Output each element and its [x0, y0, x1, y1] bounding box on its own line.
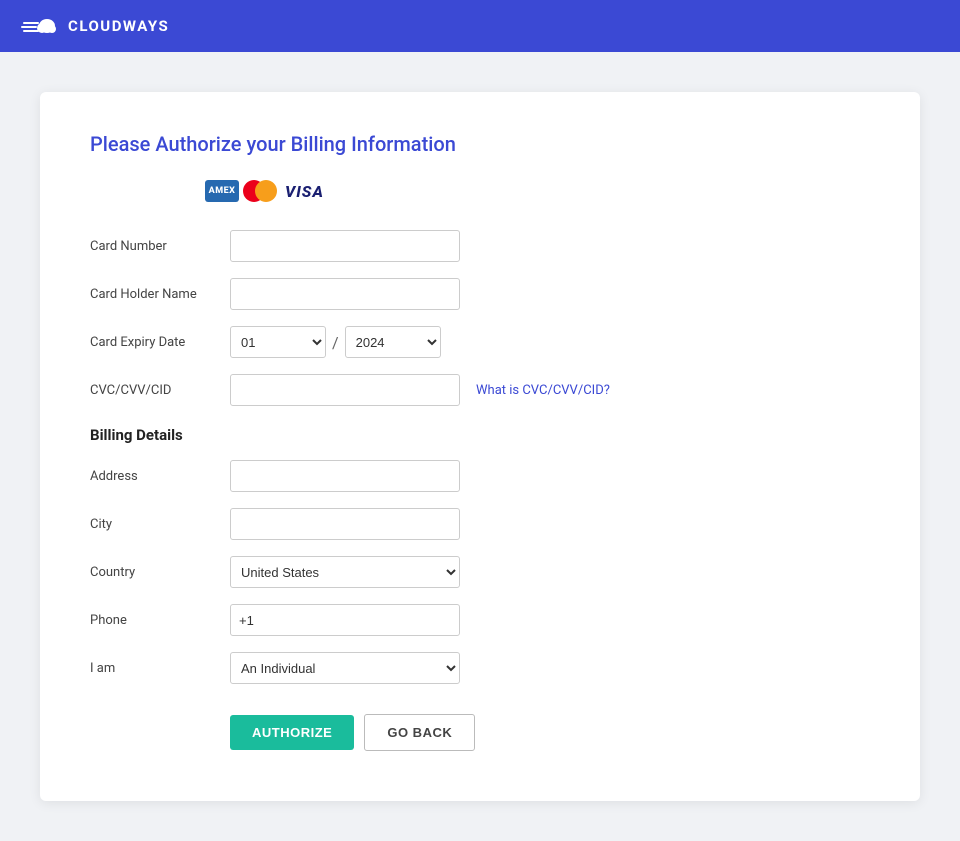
card-number-input[interactable]: [230, 230, 460, 262]
amex-icon: AMEX: [205, 180, 239, 202]
country-label: Country: [90, 565, 230, 580]
card-holder-row: Card Holder Name: [90, 278, 870, 310]
country-select[interactable]: United StatesUnited KingdomCanadaAustral…: [230, 556, 460, 588]
page-content: Please Authorize your Billing Informatio…: [0, 52, 960, 841]
logo: CLOUDWAYS: [20, 13, 169, 39]
billing-card: Please Authorize your Billing Informatio…: [40, 92, 920, 801]
i-am-select[interactable]: An IndividualA Business: [230, 652, 460, 684]
phone-row: Phone: [90, 604, 870, 636]
cvc-input-group: What is CVC/CVV/CID?: [230, 374, 610, 406]
city-label: City: [90, 517, 230, 532]
header-title: CLOUDWAYS: [68, 17, 169, 35]
cvc-input[interactable]: [230, 374, 460, 406]
card-brands: AMEX VISA: [205, 180, 870, 202]
i-am-row: I am An IndividualA Business: [90, 652, 870, 684]
mastercard-icon: [243, 180, 277, 202]
mc-right-circle: [255, 180, 277, 202]
city-input[interactable]: [230, 508, 460, 540]
city-row: City: [90, 508, 870, 540]
billing-details-heading: Billing Details: [90, 426, 870, 444]
cvc-help-link[interactable]: What is CVC/CVV/CID?: [476, 383, 610, 398]
header: CLOUDWAYS: [0, 0, 960, 52]
card-number-row: Card Number: [90, 230, 870, 262]
page-heading: Please Authorize your Billing Informatio…: [90, 132, 870, 156]
expiry-month-select[interactable]: 010203040506070809101112: [230, 326, 326, 358]
phone-label: Phone: [90, 613, 230, 628]
country-row: Country United StatesUnited KingdomCanad…: [90, 556, 870, 588]
address-input[interactable]: [230, 460, 460, 492]
card-number-label: Card Number: [90, 239, 230, 254]
visa-icon: VISA: [281, 182, 328, 201]
cloudways-logo-icon: [20, 13, 58, 39]
cvc-row: CVC/CVV/CID What is CVC/CVV/CID?: [90, 374, 870, 406]
authorize-button[interactable]: AUTHORIZE: [230, 715, 354, 750]
expiry-year-select[interactable]: 2024202520262027202820292030203120322033…: [345, 326, 441, 358]
i-am-label: I am: [90, 661, 230, 676]
phone-input[interactable]: [230, 604, 460, 636]
expiry-selects: 010203040506070809101112 / 2024202520262…: [230, 326, 441, 358]
card-holder-label: Card Holder Name: [90, 287, 230, 302]
expiry-separator: /: [332, 333, 339, 352]
cvc-label: CVC/CVV/CID: [90, 383, 230, 398]
card-holder-input[interactable]: [230, 278, 460, 310]
go-back-button[interactable]: GO BACK: [364, 714, 475, 751]
card-expiry-label: Card Expiry Date: [90, 335, 230, 350]
address-label: Address: [90, 469, 230, 484]
address-row: Address: [90, 460, 870, 492]
card-expiry-row: Card Expiry Date 01020304050607080910111…: [90, 326, 870, 358]
button-row: AUTHORIZE GO BACK: [230, 714, 870, 751]
